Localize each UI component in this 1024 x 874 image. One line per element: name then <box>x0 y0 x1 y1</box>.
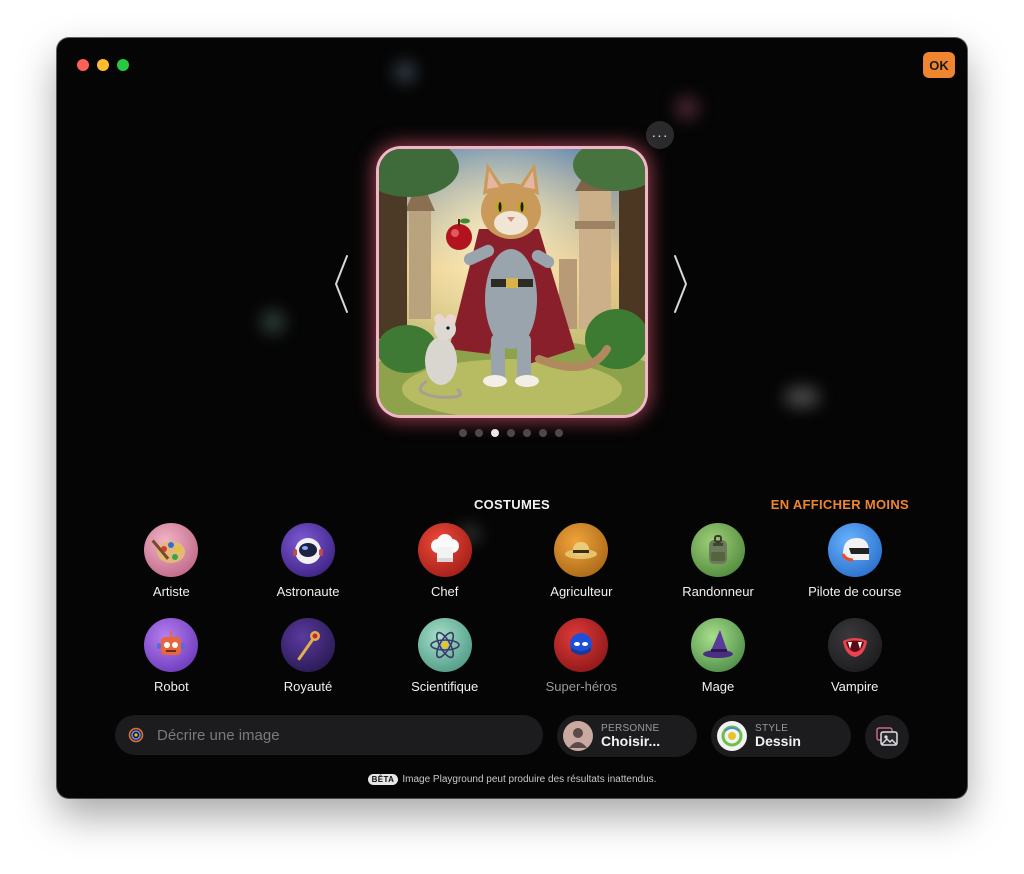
ambient-blob <box>394 61 416 83</box>
costume-label: Agriculteur <box>550 584 613 599</box>
costume-label: Pilote de course <box>808 584 902 599</box>
generated-image-preview[interactable] <box>379 149 645 415</box>
page-indicator[interactable] <box>459 429 563 437</box>
ambient-blob <box>784 386 820 408</box>
playground-icon <box>127 726 145 744</box>
chef-hat-icon <box>417 523 472 577</box>
chevron-left-icon <box>335 255 348 313</box>
style-drawing-icon <box>717 721 747 751</box>
astronaut-icon <box>281 523 335 577</box>
ambient-blob <box>675 96 699 120</box>
robot-icon <box>144 618 199 672</box>
zoom-window-button[interactable] <box>117 59 129 71</box>
costume-scientifique[interactable]: Scientifique <box>376 618 513 713</box>
prompt-input[interactable] <box>155 725 519 745</box>
previous-image-button[interactable] <box>331 254 351 314</box>
beta-badge: BÊTA <box>367 774 399 785</box>
cat-superhero-illustration <box>379 149 645 415</box>
atom-icon <box>417 618 472 672</box>
costume-astronaute[interactable]: Astronaute <box>240 523 377 618</box>
style-picker-text: STYLE Dessin <box>755 723 801 749</box>
page-dot[interactable] <box>539 429 547 437</box>
costumes-row: Artiste Astronaute Chef Agriculteur Rand… <box>103 523 923 618</box>
costume-label: Royauté <box>283 679 333 694</box>
costume-vampire[interactable]: Vampire <box>786 618 923 713</box>
backpack-icon <box>691 523 746 577</box>
straw-hat-icon <box>554 523 609 577</box>
image-gallery-button[interactable] <box>865 715 909 759</box>
next-image-button[interactable] <box>671 254 691 314</box>
costume-agriculteur[interactable]: Agriculteur <box>513 523 650 618</box>
page-dot[interactable] <box>523 429 531 437</box>
costume-label: Mage <box>701 679 735 694</box>
person-picker-button[interactable]: PERSONNE Choisir... <box>557 715 697 757</box>
page-dot[interactable] <box>491 429 499 437</box>
costume-randonneur[interactable]: Randonneur <box>650 523 787 618</box>
ambient-blob <box>261 310 285 334</box>
costumes-grid: Artiste Astronaute Chef Agriculteur Rand… <box>103 523 923 713</box>
image-playground-window: OK ··· COSTUMES EN AFFICHER MOINS Artist… <box>57 38 967 798</box>
costume-label: Randonneur <box>682 584 754 599</box>
costume-mage[interactable]: Mage <box>650 618 787 713</box>
disclaimer-text: Image Playground peut produire des résul… <box>402 774 657 785</box>
costume-label: Scientifique <box>411 679 479 694</box>
more-options-button[interactable]: ··· <box>646 121 674 149</box>
page-dot[interactable] <box>555 429 563 437</box>
costume-super-heros[interactable]: Super-héros <box>513 618 650 713</box>
page-dot[interactable] <box>507 429 515 437</box>
prompt-field[interactable] <box>115 715 543 755</box>
ok-button[interactable]: OK <box>923 52 955 78</box>
costumes-title: COSTUMES <box>473 497 551 512</box>
style-picker-button[interactable]: STYLE Dessin <box>711 715 851 757</box>
costume-label: Artiste <box>152 584 190 599</box>
minimize-window-button[interactable] <box>97 59 109 71</box>
palette-icon <box>144 523 199 577</box>
person-picker-text: PERSONNE Choisir... <box>601 723 660 749</box>
costume-royaute[interactable]: Royauté <box>240 618 377 713</box>
costume-robot[interactable]: Robot <box>103 618 240 713</box>
costume-pilote-de-course[interactable]: Pilote de course <box>786 523 923 618</box>
superhero-mask-icon <box>554 618 609 672</box>
costume-label: Robot <box>153 679 189 694</box>
costume-chef[interactable]: Chef <box>376 523 513 618</box>
chevron-right-icon <box>674 255 687 313</box>
costume-artiste[interactable]: Artiste <box>103 523 240 618</box>
costume-label: Super-héros <box>545 679 618 694</box>
costume-label: Chef <box>430 584 459 599</box>
person-avatar-icon <box>563 721 593 751</box>
costume-label: Astronaute <box>276 584 340 599</box>
scepter-icon <box>281 618 335 672</box>
costume-label: Vampire <box>830 679 879 694</box>
costumes-row: Robot Royauté Scientifique Super-héros M… <box>103 618 923 713</box>
racing-helmet-icon <box>827 523 882 577</box>
page-dot[interactable] <box>475 429 483 437</box>
person-value: Choisir... <box>601 732 661 749</box>
close-window-button[interactable] <box>77 59 89 71</box>
page-dot[interactable] <box>459 429 467 437</box>
photo-stack-icon <box>876 727 898 746</box>
disclaimer-footer: BÊTA Image Playground peut produire des … <box>57 774 967 785</box>
wizard-hat-icon <box>691 618 746 672</box>
vampire-fangs-icon <box>827 618 882 672</box>
show-less-link[interactable]: EN AFFICHER MOINS <box>771 497 909 512</box>
style-value: Dessin <box>755 732 801 749</box>
